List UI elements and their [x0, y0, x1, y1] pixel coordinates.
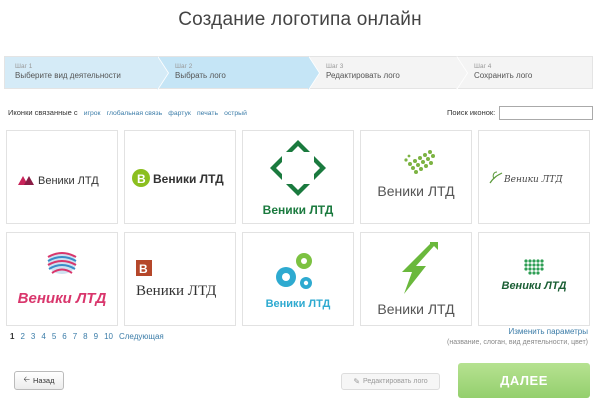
logo-text-8: Веники ЛТД [266, 298, 331, 310]
logo-text-5: Веники ЛТД [503, 175, 563, 185]
next-button[interactable]: ДАЛЕЕ [458, 363, 590, 398]
step-2-number: Шаг 2 [175, 63, 193, 70]
logo-tile-2[interactable]: В Веники ЛТД [124, 130, 236, 224]
logo-text-7: Веники ЛТД [136, 283, 216, 299]
icon-filter: Иконки связанные с игрок глобальная связ… [8, 108, 247, 117]
dot-grid-leaf-icon [404, 150, 435, 174]
diamond-brackets-icon [270, 140, 326, 196]
next-button-label: ДАЛЕЕ [500, 373, 548, 388]
page-10[interactable]: 10 [104, 332, 113, 341]
dot-grid-icon [524, 259, 544, 275]
step-1-label: Выберите вид деятельности [15, 71, 121, 80]
logo-tile-4[interactable]: Веники ЛТД [360, 130, 472, 224]
logo-text-1: Веники ЛТД [38, 175, 99, 187]
logo-text-10: Веники ЛТД [502, 280, 567, 292]
step-4[interactable]: Шаг 4 Сохранить лого [456, 57, 592, 88]
logo-text-9: Веники ЛТД [377, 301, 455, 317]
step-4-label: Сохранить лого [474, 71, 533, 80]
logo-tile-6[interactable]: Веники ЛТД [6, 232, 118, 326]
gears-icon [276, 253, 312, 289]
logo-tile-9[interactable]: Веники ЛТД [360, 232, 472, 326]
svg-text:В: В [137, 172, 146, 186]
step-2-label: Выбрать лого [175, 71, 226, 80]
step-4-number: Шаг 4 [474, 63, 492, 70]
logo-text-4: Веники ЛТД [377, 183, 455, 199]
logo-tile-8[interactable]: Веники ЛТД [242, 232, 354, 326]
page-7[interactable]: 7 [73, 332, 77, 341]
change-params: Изменить параметры (название, слоган, ви… [447, 327, 588, 346]
filter-tag-global[interactable]: глобальная связь [107, 110, 163, 117]
sprout-icon [489, 171, 503, 184]
filter-tag-sharp[interactable]: острый [224, 110, 247, 117]
step-2[interactable]: Шаг 2 Выбрать лого [157, 56, 320, 90]
logo-text-3: Веники ЛТД [263, 203, 334, 217]
lightning-arrow-icon [402, 242, 438, 294]
edit-logo-button-label: Редактировать лого [363, 378, 428, 385]
page-5[interactable]: 5 [52, 332, 56, 341]
logo-tile-10[interactable]: Веники ЛТД [478, 232, 590, 326]
search-label: Поиск иконок: [447, 108, 496, 117]
page-title: Создание логотипа онлайн [178, 9, 422, 30]
filter-tag-player[interactable]: игрок [84, 110, 101, 117]
pagination: 1 2 3 4 5 6 7 8 9 10 Следующая [10, 332, 164, 341]
change-params-hint: (название, слоган, вид деятельности, цве… [447, 339, 588, 346]
page-2[interactable]: 2 [20, 332, 24, 341]
step-3-number: Шаг 3 [326, 63, 344, 70]
logo-tile-3[interactable]: Веники ЛТД [242, 130, 354, 224]
filter-tag-apron[interactable]: фартук [168, 110, 191, 117]
pencil-icon: ✎ [353, 377, 361, 386]
logo-text-2: Веники ЛТД [153, 172, 224, 186]
step-1[interactable]: Шаг 1 Выберите вид деятельности [5, 56, 169, 90]
wizard-steps: Шаг 1 Выберите вид деятельности Шаг 2 Вы… [4, 56, 593, 90]
change-params-link[interactable]: Изменить параметры [447, 327, 588, 336]
search-input[interactable] [499, 106, 593, 120]
striped-globe-icon [47, 252, 77, 274]
logo-tile-7[interactable]: В Веники ЛТД [124, 232, 236, 326]
page-3[interactable]: 3 [31, 332, 35, 341]
logo-tile-5[interactable]: Веники ЛТД [478, 130, 590, 224]
step-3-label: Редактировать лого [326, 71, 400, 80]
letter-b-badge-icon: В [132, 169, 150, 187]
back-button[interactable]: 🡠 Назад [14, 371, 64, 390]
step-1-number: Шаг 1 [15, 63, 33, 70]
filter-label: Иконки связанные с [8, 108, 78, 117]
page-9[interactable]: 9 [94, 332, 98, 341]
step-3[interactable]: Шаг 3 Редактировать лого [308, 56, 468, 90]
logo-tile-1[interactable]: Веники ЛТД [6, 130, 118, 224]
edit-logo-button[interactable]: ✎ Редактировать лого [341, 373, 440, 390]
letter-b-square-icon: В [136, 260, 152, 276]
arrow-left-icon: 🡠 [23, 374, 30, 384]
filter-tag-print[interactable]: печать [197, 110, 218, 117]
back-button-label: Назад [32, 376, 55, 385]
page-8[interactable]: 8 [83, 332, 87, 341]
next-page-link[interactable]: Следующая [119, 332, 164, 341]
triangle-logo-icon [18, 176, 34, 185]
svg-text:В: В [139, 262, 148, 276]
page-4[interactable]: 4 [41, 332, 45, 341]
page-6[interactable]: 6 [62, 332, 66, 341]
page-1[interactable]: 1 [10, 332, 14, 341]
logo-text-6: Веники ЛТД [18, 290, 107, 307]
